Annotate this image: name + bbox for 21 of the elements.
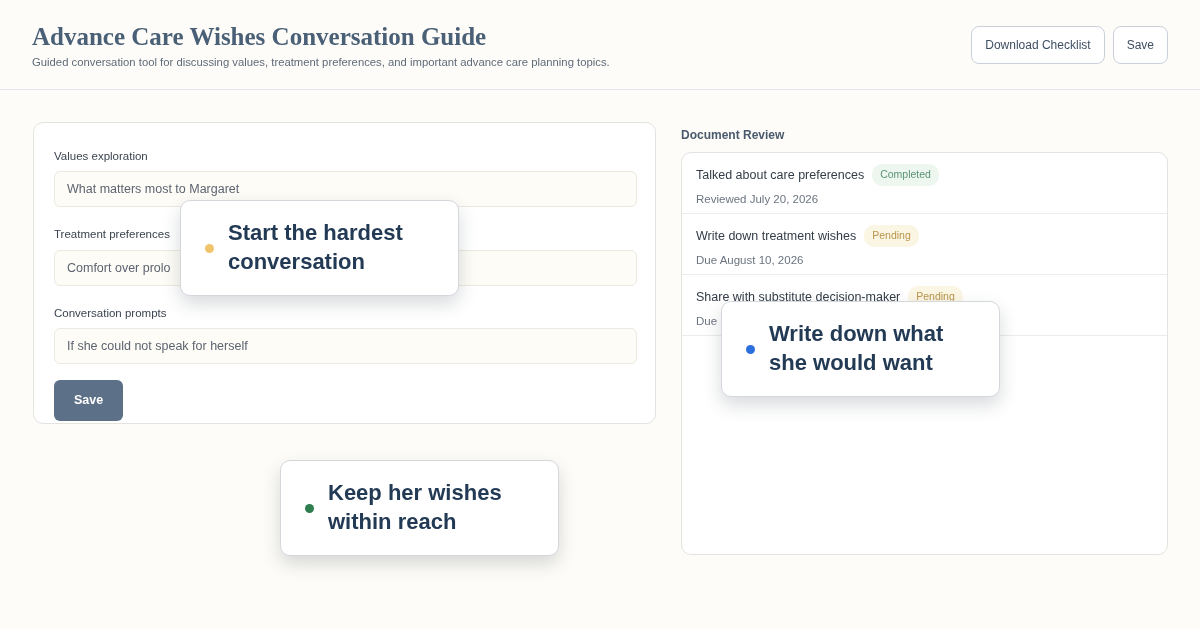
page-title: Advance Care Wishes Conversation Guide bbox=[32, 22, 488, 52]
input-field[interactable]: If she could not speak for herself bbox=[54, 327, 637, 364]
item-title: Talked about care preferences bbox=[696, 166, 865, 184]
field-label: Conversation prompts bbox=[54, 305, 167, 321]
item-title: Write down treatment wishes bbox=[696, 227, 857, 245]
callout-text: Keep her wishes within reach bbox=[328, 479, 503, 536]
callout-text: Write down what she would want bbox=[769, 320, 945, 377]
download-button[interactable]: Download Checklist bbox=[971, 26, 1105, 64]
field-label: Treatment preferences bbox=[54, 227, 170, 243]
save-button[interactable]: Save bbox=[1112, 26, 1168, 64]
item-title: Share with substitute decision-maker bbox=[696, 288, 901, 306]
field-label: Values exploration bbox=[54, 149, 148, 164]
status-badge: Pending bbox=[864, 225, 919, 247]
input-field[interactable]: What matters most to Margaret bbox=[54, 171, 637, 208]
status-badge: Completed bbox=[872, 164, 939, 186]
item-date: Reviewed July 20, 2026 bbox=[696, 191, 819, 207]
section-title: Document Review bbox=[681, 127, 785, 144]
item-date: Due August 10, 2026 bbox=[696, 252, 804, 268]
page-subtitle: Guided conversation tool for discussing values, treatment preferences, and important advance care planning topics. bbox=[32, 55, 610, 70]
item-date: Due bbox=[696, 313, 718, 329]
save-button[interactable]: Save bbox=[54, 379, 124, 421]
